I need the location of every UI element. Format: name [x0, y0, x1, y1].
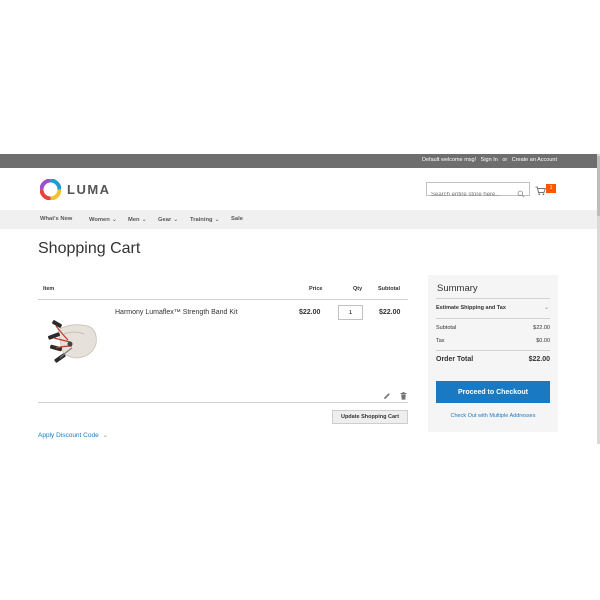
nav-item-label: Men: [128, 217, 140, 223]
header-panel: Default welcome msg! Sign In or Create a…: [0, 154, 597, 168]
nav-item-training[interactable]: Training ⌄: [190, 216, 220, 223]
tax-label: Tax: [436, 338, 445, 344]
welcome-message: Default welcome msg!: [422, 157, 477, 163]
update-cart-button[interactable]: Update Shopping Cart: [332, 410, 408, 424]
chevron-down-icon[interactable]: ⌄: [544, 304, 549, 311]
item-price: $22.00: [299, 309, 321, 316]
order-total-label: Order Total: [436, 356, 474, 363]
subtotal-label: Subtotal: [436, 325, 457, 331]
chevron-down-icon: ⌄: [111, 217, 117, 223]
proceed-to-checkout-button[interactable]: Proceed to Checkout: [436, 381, 550, 403]
product-name-link[interactable]: Harmony Lumaflex™ Strength Band Kit: [115, 309, 238, 316]
column-header-item: Item: [43, 286, 55, 292]
search-icon[interactable]: [517, 185, 525, 203]
item-divider: [38, 402, 408, 403]
search-box[interactable]: [426, 182, 530, 201]
chevron-down-icon: ⌄: [102, 433, 108, 439]
chevron-down-icon: ⌄: [141, 217, 147, 223]
item-subtotal: $22.00: [379, 309, 401, 316]
nav-item-gear[interactable]: Gear ⌄: [158, 216, 178, 223]
page-title: Shopping Cart: [38, 240, 141, 257]
subtotal-value: $22.00: [533, 325, 550, 331]
main-navigation: What's New Women ⌄ Men ⌄ Gear ⌄ Training ⌄ S…: [0, 210, 597, 229]
cart-count-badge: 1: [546, 184, 556, 193]
summary-title: Summary: [437, 283, 478, 294]
nav-item-whats-new[interactable]: What's New: [40, 216, 72, 222]
discount-label: Apply Discount Code: [38, 432, 99, 439]
tax-value: $0.00: [536, 338, 550, 344]
logo-text: LUMA: [67, 182, 111, 197]
nav-item-label: What's New: [40, 216, 73, 222]
luma-logo-icon: [40, 179, 61, 200]
minicart-button[interactable]: 1: [535, 183, 557, 196]
multiple-addresses-link[interactable]: Check Out with Multiple Addresses: [428, 413, 558, 419]
nav-item-label: Sale: [231, 216, 243, 222]
search-input[interactable]: [427, 189, 515, 201]
chevron-down-icon: ⌄: [214, 217, 220, 223]
page: Default welcome msg! Sign In or Create a…: [0, 0, 600, 600]
header-divider: [38, 299, 408, 300]
product-thumbnail[interactable]: [44, 316, 100, 368]
qty-input[interactable]: [338, 305, 363, 320]
nav-item-men[interactable]: Men ⌄: [128, 216, 147, 223]
cart-summary: Summary Estimate Shipping and Tax ⌄ Subt…: [428, 275, 558, 432]
summary-divider: [436, 298, 550, 299]
luma-logo[interactable]: LUMA: [40, 179, 120, 200]
or-text: or: [502, 157, 508, 163]
order-total-value: $22.00: [528, 356, 550, 363]
column-header-qty: Qty: [353, 286, 363, 292]
nav-item-label: Women: [89, 217, 110, 223]
summary-divider: [436, 350, 550, 351]
column-header-price: Price: [309, 286, 323, 292]
nav-item-label: Gear: [158, 217, 172, 223]
header-links: Default welcome msg! Sign In or Create a…: [419, 157, 557, 163]
column-header-subtotal: Subtotal: [378, 286, 400, 292]
nav-item-women[interactable]: Women ⌄: [89, 216, 117, 223]
nav-item-label: Training: [190, 217, 213, 223]
cart-icon: [535, 186, 546, 196]
sign-in-link[interactable]: Sign In: [481, 157, 498, 163]
create-account-link[interactable]: Create an Account: [512, 157, 557, 163]
apply-discount-toggle[interactable]: Apply Discount Code ⌄: [38, 432, 108, 439]
estimate-shipping-toggle[interactable]: Estimate Shipping and Tax: [436, 305, 506, 311]
summary-divider: [436, 318, 550, 319]
nav-item-sale[interactable]: Sale: [231, 216, 243, 222]
chevron-down-icon: ⌄: [173, 217, 179, 223]
